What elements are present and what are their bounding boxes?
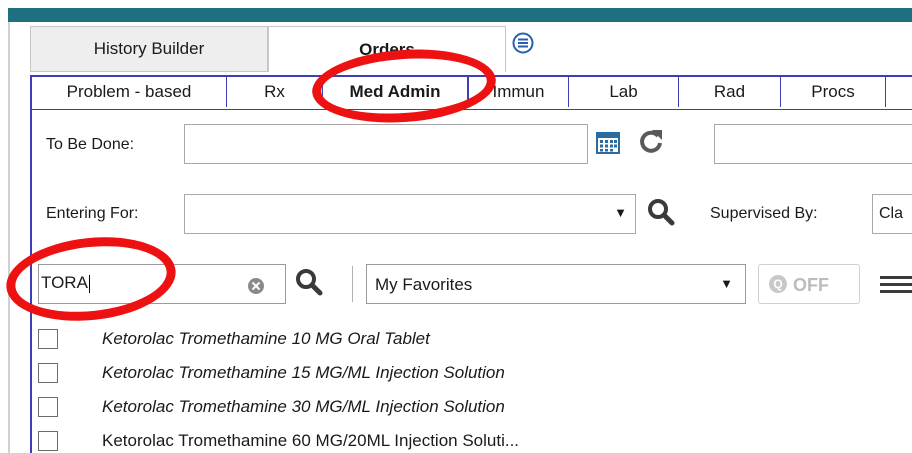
medication-name: Ketorolac Tromethamine 60 MG/20ML Inject… [102,431,520,450]
medication-name: Ketorolac Tromethamine 30 MG/ML Injectio… [102,397,505,416]
off-label: OFF [793,275,829,295]
q-icon: Q [769,275,787,293]
subtab-label: Med Admin [349,82,441,101]
checkbox[interactable] [38,431,58,451]
subtab-rad[interactable]: Rad [678,77,780,107]
subtab-label: Procs [811,82,855,101]
supervised-by-dropdown[interactable]: Cla [872,194,912,234]
list-item[interactable]: Ketorolac Tromethamine 10 MG Oral Tablet [38,327,898,351]
list-item[interactable]: Ketorolac Tromethamine 60 MG/20ML Inject… [38,429,898,453]
subtab-immun[interactable]: Immun [468,77,568,107]
chevron-down-icon: ▼ [614,205,627,220]
subtab-label: Rx [264,82,285,101]
tab-history-builder[interactable]: History Builder [30,26,268,72]
checkbox[interactable] [38,397,58,417]
clear-icon[interactable] [247,277,265,295]
list-menu-icon[interactable] [880,274,912,296]
medication-search-input[interactable]: TORA [38,264,286,304]
subtab-med-admin[interactable]: Med Admin [322,77,468,107]
divider [352,266,353,302]
subtab-lab[interactable]: Lab [568,77,678,107]
subtab-problem-based[interactable]: Problem - based [30,77,226,107]
filter-off-toggle[interactable]: Q OFF [758,264,860,304]
refresh-icon[interactable] [638,128,664,154]
to-be-done-label: To Be Done: [46,136,135,153]
tab-orders-label: Orders [359,39,415,59]
supervised-by-label: Supervised By: [710,205,818,222]
subtab-procs[interactable]: Procs [780,77,886,107]
tab-history-builder-label: History Builder [93,39,205,58]
favorites-dropdown[interactable]: My Favorites ▼ [366,264,746,304]
entering-for-dropdown[interactable]: ▼ [184,194,636,234]
subtab-label: Rad [713,82,746,101]
medication-name: Ketorolac Tromethamine 10 MG Oral Tablet [102,329,430,348]
checkbox[interactable] [38,329,58,349]
subtab-label: Immun [492,82,545,101]
subtab-label: Problem - based [66,82,192,101]
panel-border [30,107,32,453]
frame-edge [8,22,10,453]
medication-name: Ketorolac Tromethamine 15 MG/ML Injectio… [102,363,505,382]
order-type-tabs: Problem - based Rx Med Admin Immun Lab R… [30,75,912,110]
entering-for-label: Entering For: [46,205,139,222]
calendar-icon[interactable] [596,130,620,154]
favorites-value: My Favorites [375,275,473,294]
subtab-label: Lab [609,82,638,101]
window-top-bar [0,0,912,22]
list-item[interactable]: Ketorolac Tromethamine 15 MG/ML Injectio… [38,361,898,385]
chevron-down-icon: ▼ [720,276,733,291]
menu-icon[interactable] [512,32,534,54]
title-strip [8,8,912,22]
subtab-rx[interactable]: Rx [226,77,322,107]
supervised-by-value: Cla [879,205,904,222]
list-item[interactable]: Ketorolac Tromethamine 30 MG/ML Injectio… [38,395,898,419]
checkbox[interactable] [38,363,58,383]
search-icon[interactable] [646,197,676,227]
search-value: TORA [41,273,90,293]
search-icon[interactable] [294,267,324,297]
to-be-done-field[interactable] [184,124,588,164]
tab-orders[interactable]: Orders [268,26,506,72]
to-be-done-secondary-field[interactable] [714,124,912,164]
